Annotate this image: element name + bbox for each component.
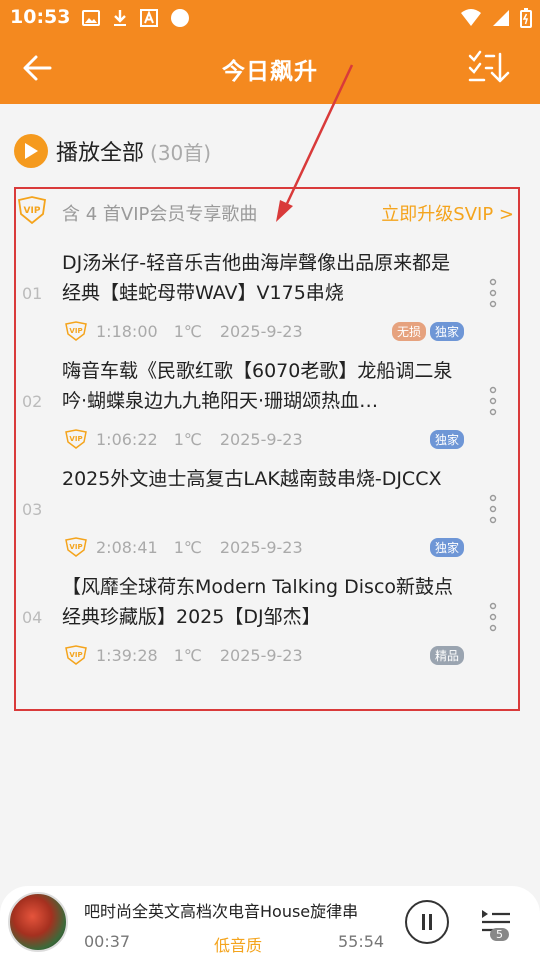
- song-title: 2025外文迪士高复古LAK越南鼓串烧-DJCCX: [62, 468, 442, 490]
- more-options-icon[interactable]: [488, 494, 498, 524]
- song-row[interactable]: 01 DJ汤米仔-轻音乐吉他曲海岸聲像出品原来都是经典【蛙蛇母带WAV】V175…: [14, 248, 524, 356]
- song-tags: 独家: [429, 538, 464, 557]
- player-total-time: 55:54: [338, 932, 385, 951]
- song-title: 嗨音车载《民歌红歌【6070老歌】龙船调二泉吟·蝴蝶泉边九九艳阳天·珊瑚颂热血…: [62, 360, 453, 412]
- song-count: (30首): [150, 140, 212, 165]
- queue-count-badge: 5: [490, 928, 509, 941]
- song-row[interactable]: 03 2025外文迪士高复古LAK越南鼓串烧-DJCCX VIP 2:08:41…: [14, 464, 524, 572]
- song-tags: 无损 独家: [391, 322, 464, 341]
- song-title: 【风靡全球荷东Modern Talking Disco新鼓点经典珍藏版】2025…: [62, 576, 454, 628]
- vip-badge-icon: VIP: [17, 196, 47, 224]
- song-popularity: 1℃: [173, 429, 202, 449]
- circle-notification-icon: [171, 9, 189, 27]
- more-options-icon[interactable]: [488, 386, 498, 416]
- song-index: 02: [22, 392, 43, 411]
- song-tag: 独家: [429, 430, 464, 449]
- song-date: 2025-9-23: [219, 429, 303, 449]
- svg-text:VIP: VIP: [24, 206, 41, 216]
- multi-select-button[interactable]: [466, 46, 510, 90]
- song-meta: VIP 1:06:22 1℃ 2025-9-23: [64, 428, 303, 450]
- song-meta: VIP 1:18:00 1℃ 2025-9-23: [64, 320, 303, 342]
- player-track-title: 吧时尚全英文高档次电音House旋律串: [84, 902, 359, 921]
- song-title: DJ汤米仔-轻音乐吉他曲海岸聲像出品原来都是经典【蛙蛇母带WAV】V175串烧: [62, 252, 451, 304]
- status-notification-icons: [82, 8, 190, 28]
- song-row[interactable]: 02 嗨音车载《民歌红歌【6070老歌】龙船调二泉吟·蝴蝶泉边九九艳阳天·珊瑚颂…: [14, 356, 524, 464]
- more-options-icon[interactable]: [488, 602, 498, 632]
- page-title: 今日飙升: [222, 59, 318, 85]
- status-system-icons: [460, 8, 532, 28]
- battery-icon: [520, 8, 532, 28]
- svg-text:VIP: VIP: [69, 435, 82, 443]
- song-duration: 1:06:22: [96, 429, 158, 449]
- play-all-label: 播放全部: [56, 141, 145, 166]
- play-circle-icon: [14, 134, 48, 168]
- song-index: 04: [22, 608, 43, 627]
- song-tags: 精品: [429, 646, 464, 665]
- song-index: 03: [22, 500, 43, 519]
- song-date: 2025-9-23: [219, 537, 303, 557]
- song-index: 01: [22, 284, 43, 303]
- svg-text:VIP: VIP: [69, 651, 82, 659]
- player-current-time: 00:37: [84, 932, 131, 951]
- vip-song-icon: VIP: [65, 537, 87, 557]
- song-date: 2025-9-23: [219, 645, 303, 665]
- vip-song-icon: VIP: [65, 645, 87, 665]
- song-date: 2025-9-23: [219, 321, 303, 341]
- vip-notice-text: 含 4 首VIP会员专享歌曲: [62, 204, 258, 225]
- song-tag: 独家: [429, 322, 464, 341]
- song-meta: VIP 2:08:41 1℃ 2025-9-23: [64, 536, 303, 558]
- upgrade-svip-link[interactable]: 立即升级SVIP >: [381, 200, 514, 226]
- song-duration: 2:08:41: [96, 537, 158, 557]
- vip-notice-row: VIP 含 4 首VIP会员专享歌曲 立即升级SVIP >: [14, 196, 514, 228]
- song-meta: VIP 1:39:28 1℃ 2025-9-23: [64, 644, 303, 666]
- status-bar: 10:53: [0, 0, 540, 36]
- song-tag: 精品: [429, 646, 464, 665]
- song-popularity: 1℃: [173, 321, 202, 341]
- wifi-icon: [461, 9, 481, 26]
- song-tags: 独家: [429, 430, 464, 449]
- vip-song-icon: VIP: [65, 429, 87, 449]
- song-duration: 1:39:28: [96, 645, 158, 665]
- checklist-download-icon: [468, 50, 510, 83]
- mini-player[interactable]: 吧时尚全英文高档次电音House旋律串 00:37 低音质 55:54 5: [0, 886, 540, 960]
- song-duration: 1:18:00: [96, 321, 158, 341]
- quality-toggle[interactable]: 低音质: [214, 932, 262, 956]
- song-row[interactable]: 04 【风靡全球荷东Modern Talking Disco新鼓点经典珍藏版】2…: [14, 572, 524, 680]
- song-popularity: 1℃: [173, 537, 202, 557]
- svg-text:VIP: VIP: [69, 543, 82, 551]
- page-header: 今日飙升: [0, 36, 540, 104]
- more-options-icon[interactable]: [488, 278, 498, 308]
- album-cover[interactable]: [8, 892, 68, 952]
- vip-song-icon: VIP: [65, 321, 87, 341]
- font-notification-icon: [140, 9, 158, 27]
- pause-button[interactable]: [405, 900, 449, 944]
- status-time: 10:53: [10, 6, 71, 28]
- song-tag: 独家: [429, 538, 464, 557]
- song-popularity: 1℃: [173, 645, 202, 665]
- svg-text:VIP: VIP: [69, 327, 82, 335]
- play-all-button[interactable]: 播放全部 (30首): [14, 132, 211, 170]
- app-header-bar: 10:53 今日飙升: [0, 0, 540, 104]
- image-notification-icon: [82, 10, 100, 26]
- song-tag: 无损: [391, 322, 426, 341]
- download-notification-icon: [114, 10, 126, 26]
- pause-icon: [422, 914, 432, 930]
- signal-icon: [493, 10, 509, 26]
